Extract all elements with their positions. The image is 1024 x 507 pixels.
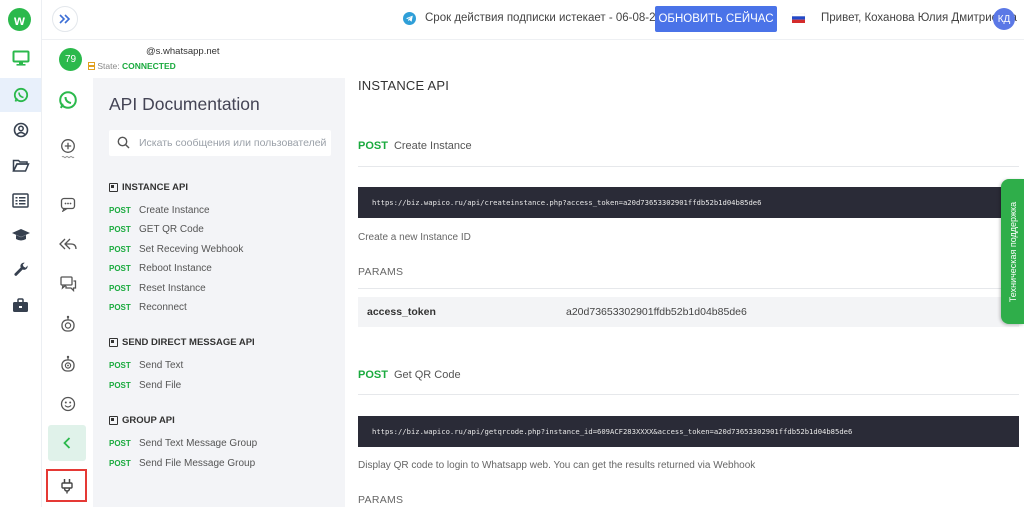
- graduation-cap-icon[interactable]: [0, 218, 41, 252]
- endpoint-description: Create a new Instance ID: [358, 232, 471, 243]
- param-row: access_token a20d73653302901ffdb52b1d04b…: [358, 297, 1019, 327]
- add-circle-icon[interactable]: [48, 135, 88, 163]
- double-chevron-right-icon: [59, 14, 71, 24]
- user-greeting: Привет, Коханова Юлия Дмитриевна: [821, 12, 1017, 24]
- search-box: [109, 130, 331, 156]
- endpoint-title-create-instance: POST Create Instance: [358, 140, 472, 152]
- api-plug-button[interactable]: [46, 469, 87, 502]
- nav-link-reset-instance[interactable]: POST Reset Instance: [109, 283, 206, 294]
- nav-link-send-text[interactable]: POST Send Text: [109, 360, 183, 371]
- nav-link-send-file[interactable]: POST Send File: [109, 380, 181, 391]
- briefcase-icon[interactable]: [0, 288, 41, 322]
- whatsapp-chat-icon[interactable]: [48, 86, 88, 114]
- state-value: CONNECTED: [121, 61, 176, 71]
- smiley-icon[interactable]: [48, 390, 88, 418]
- nav-link-create-instance[interactable]: POST Create Instance: [109, 205, 210, 216]
- tech-support-tab[interactable]: Техническая поддержка: [1001, 179, 1024, 324]
- endpoint-description: Display QR code to login to Whatsapp web…: [358, 460, 756, 471]
- divider: [358, 394, 1019, 395]
- params-label: PARAMS: [358, 266, 404, 278]
- conversation-icon[interactable]: [48, 270, 88, 298]
- app-logo[interactable]: w: [8, 8, 31, 31]
- search-icon: [117, 136, 130, 149]
- instance-state: State: CONNECTED: [88, 61, 176, 71]
- wrench-icon[interactable]: [0, 253, 41, 287]
- nav-link-send-file-group[interactable]: POST Send File Message Group: [109, 458, 255, 469]
- nav-link-reconnect[interactable]: POST Reconnect: [109, 302, 187, 313]
- api-doc-content: INSTANCE API POST Create Instance https:/…: [358, 78, 1024, 507]
- avatar[interactable]: КД: [993, 8, 1015, 30]
- monitor-icon[interactable]: [0, 41, 41, 75]
- nav-link-set-webhook[interactable]: POST Set Receving Webhook: [109, 244, 243, 255]
- renew-now-button[interactable]: ОБНОВИТЬ СЕЙЧАС: [655, 6, 777, 32]
- page-title: INSTANCE API: [358, 78, 450, 93]
- user-circle-icon[interactable]: [0, 113, 41, 147]
- section-icon: [109, 338, 118, 347]
- server-icon: [88, 62, 95, 70]
- divider: [358, 288, 1019, 289]
- nav-link-reboot-instance[interactable]: POST Reboot Instance: [109, 263, 212, 274]
- main-sidebar: w: [0, 0, 42, 507]
- top-bar: Срок действия подписки истекает - 06-08-…: [42, 0, 1024, 40]
- endpoint-url-get-qr-code[interactable]: https://biz.wapico.ru/api/getqrcode.php?…: [358, 416, 1019, 447]
- param-key: access_token: [367, 306, 436, 318]
- robot-icon[interactable]: [48, 310, 88, 338]
- section-instance-api[interactable]: INSTANCE API: [109, 182, 188, 193]
- whatsapp-icon[interactable]: [0, 78, 41, 112]
- params-label: PARAMS: [358, 494, 404, 506]
- russian-flag-icon[interactable]: [792, 13, 805, 23]
- doc-title: API Documentation: [109, 94, 260, 114]
- expand-sidebar-button[interactable]: [52, 6, 78, 32]
- chevron-left-icon: [63, 437, 71, 449]
- subscription-expiry-text: Срок действия подписки истекает - 06-08-…: [425, 12, 675, 24]
- instance-phone: @s.whatsapp.net: [146, 46, 220, 57]
- nav-link-get-qr-code[interactable]: POST GET QR Code: [109, 224, 204, 235]
- list-icon[interactable]: [0, 183, 41, 217]
- section-send-direct-message-api[interactable]: SEND DIRECT MESSAGE API: [109, 337, 255, 348]
- telegram-icon[interactable]: [403, 12, 416, 25]
- state-label: State:: [97, 61, 120, 71]
- divider: [358, 166, 1019, 167]
- endpoint-url-create-instance[interactable]: https://biz.wapico.ru/api/createinstance…: [358, 187, 1019, 218]
- bot-settings-icon[interactable]: [48, 350, 88, 378]
- nav-link-send-text-group[interactable]: POST Send Text Message Group: [109, 438, 257, 449]
- plug-icon: [60, 478, 73, 493]
- section-group-api[interactable]: GROUP API: [109, 415, 175, 426]
- search-input[interactable]: [139, 130, 327, 156]
- folder-icon[interactable]: [0, 148, 41, 182]
- collapse-panel-button[interactable]: [48, 425, 86, 461]
- param-value: a20d73653302901ffdb52b1d04b85de6: [566, 306, 747, 318]
- chat-bubble-icon[interactable]: [48, 190, 88, 218]
- instance-badge[interactable]: 79: [59, 48, 82, 71]
- reply-all-icon[interactable]: [48, 230, 88, 258]
- endpoint-title-get-qr-code: POST Get QR Code: [358, 369, 461, 381]
- api-doc-sidebar: API Documentation INSTANCE API POSTCreat…: [93, 78, 345, 507]
- section-icon: [109, 183, 118, 192]
- section-icon: [109, 416, 118, 425]
